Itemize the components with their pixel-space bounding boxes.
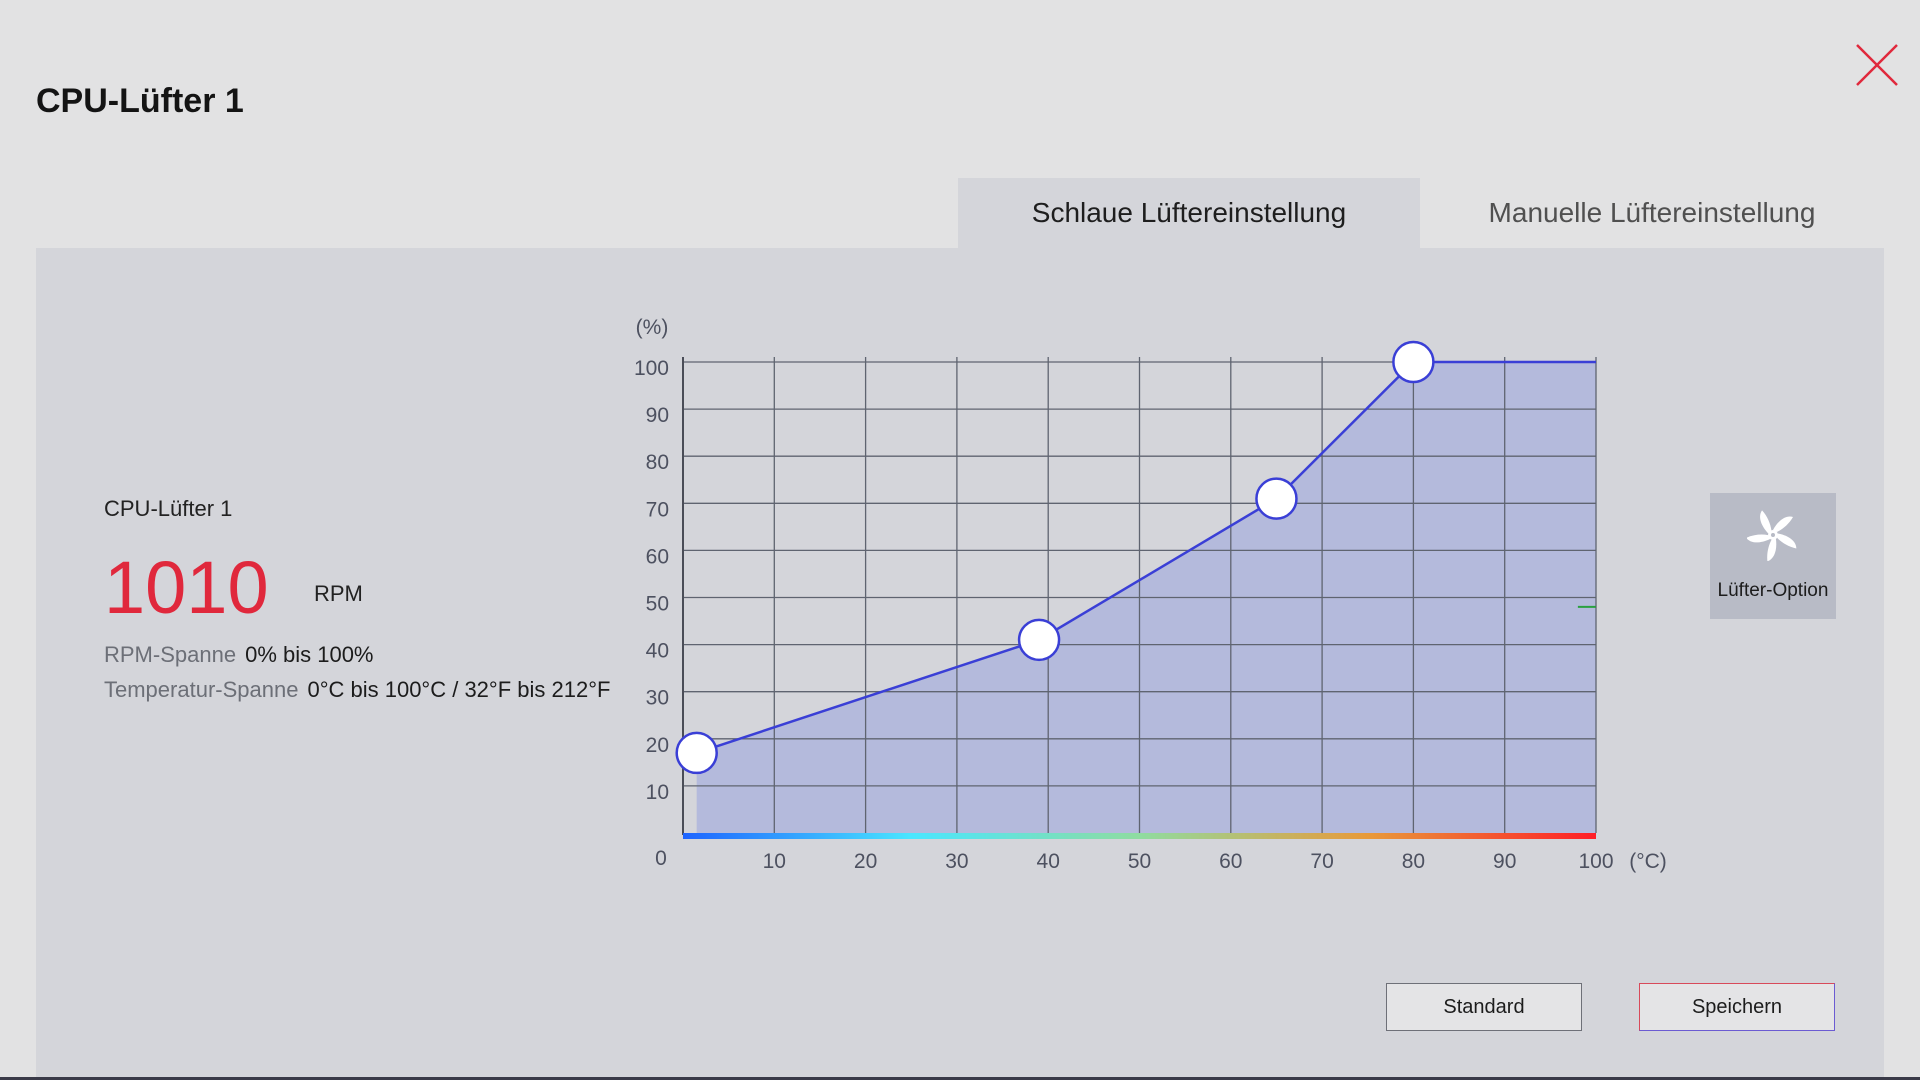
curve-point-handle[interactable] (1255, 477, 1298, 520)
origin-tick-label: 0 (655, 847, 667, 870)
fan-icon (1747, 510, 1797, 561)
y-tick-label-40: 40 (646, 640, 669, 663)
y-tick-label-10: 10 (646, 781, 669, 804)
x-tick-label-90: 90 (1493, 850, 1516, 873)
y-tick-label-100: 100 (634, 357, 669, 380)
x-tick-label-80: 80 (1402, 850, 1425, 873)
fan-curve-chart[interactable]: 10 20 30 40 50 60 70 80 90 100 10 20 30 40 50 60 70 80 90 1… (0, 0, 1920, 1080)
y-axis-unit-label: (%) (636, 316, 669, 339)
x-axis-unit-label: (°C) (1629, 850, 1667, 873)
x-tick-label-60: 60 (1219, 850, 1242, 873)
y-tick-label-80: 80 (646, 451, 669, 474)
x-tick-label-100: 100 (1578, 850, 1613, 873)
standard-button[interactable]: Standard (1386, 983, 1582, 1031)
fan-option-label: Lüfter-Option (1717, 580, 1829, 601)
temperature-gradient-bar (683, 833, 1596, 839)
y-tick-label-90: 90 (646, 404, 669, 427)
x-tick-label-30: 30 (945, 850, 968, 873)
x-tick-label-70: 70 (1310, 850, 1333, 873)
y-tick-label-30: 30 (646, 687, 669, 710)
fan-option-button[interactable]: Lüfter-Option (1710, 493, 1836, 619)
y-tick-label-20: 20 (646, 734, 669, 757)
y-tick-label-50: 50 (646, 593, 669, 616)
save-button[interactable]: Speichern (1639, 983, 1835, 1031)
y-tick-label-70: 70 (646, 498, 669, 521)
x-tick-label-40: 40 (1037, 850, 1060, 873)
curve-point-handle[interactable] (675, 731, 718, 775)
y-tick-label-60: 60 (646, 545, 669, 568)
x-tick-label-10: 10 (763, 850, 786, 873)
curve-point-handle[interactable] (1392, 340, 1435, 384)
x-tick-label-50: 50 (1128, 850, 1151, 873)
curve-point-handle[interactable] (1017, 618, 1061, 662)
x-tick-label-20: 20 (854, 850, 877, 873)
